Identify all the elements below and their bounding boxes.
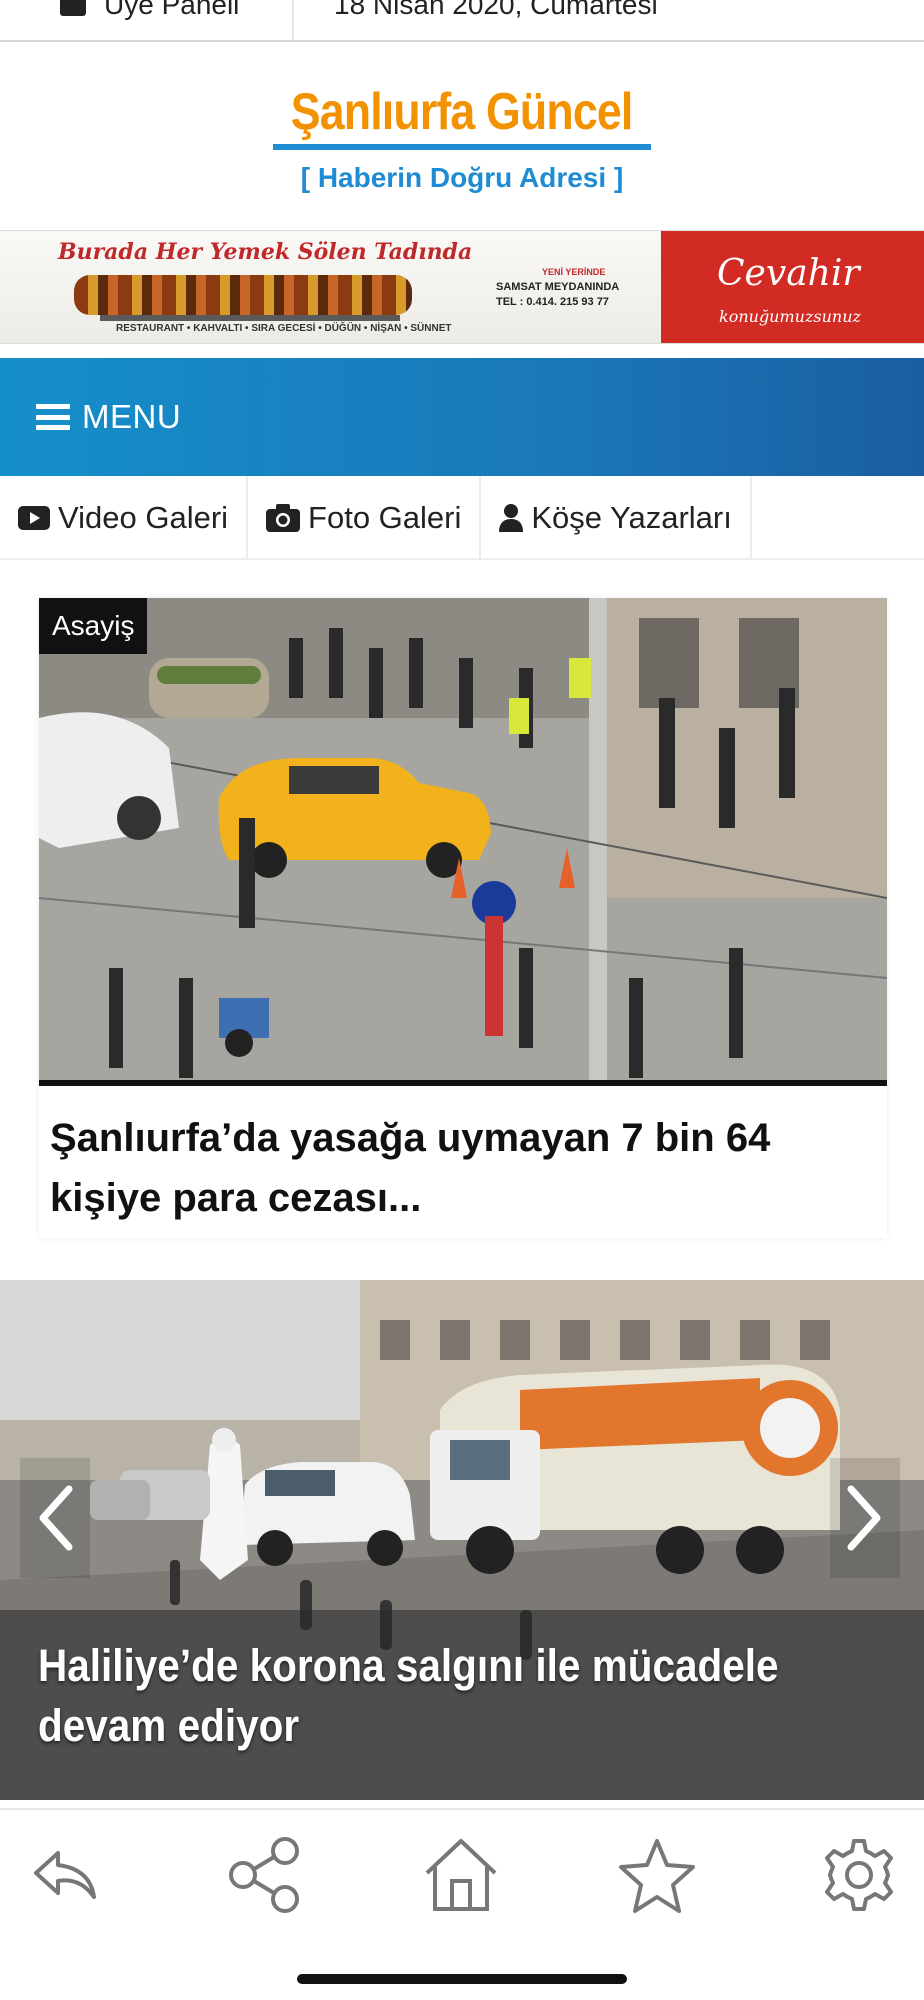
favorite-button[interactable]	[612, 1830, 702, 1920]
slider-prev-button[interactable]	[20, 1458, 90, 1578]
slider-next-button[interactable]	[830, 1458, 900, 1578]
chevron-right-icon	[847, 1485, 881, 1551]
ad-food-image	[74, 275, 412, 315]
ad-services: RESTAURANT • KAHVALTI • SIRA GECESİ • DÜ…	[116, 323, 452, 334]
member-panel-link[interactable]: Üye Paneli	[60, 0, 292, 26]
current-date: 18 Nisan 2020, Cumartesi	[334, 0, 658, 20]
quick-links: Video Galeri Foto Galeri Köşe Yazarları	[0, 476, 924, 560]
quick-link-label: Köşe Yazarları	[531, 500, 732, 535]
slider-headline[interactable]: Haliliye’de korona salgını ile mücadele …	[38, 1636, 812, 1756]
back-icon	[34, 1851, 96, 1899]
quick-link-photo-gallery[interactable]: Foto Galeri	[248, 476, 482, 560]
news-slider[interactable]: Haliliye’de korona salgını ile mücadele …	[0, 1280, 924, 1800]
back-button[interactable]	[20, 1830, 110, 1920]
ad-left-panel: Burada Her Yemek Sölen Tadında RESTAURAN…	[0, 231, 660, 343]
user-icon	[499, 504, 524, 532]
quick-link-video-gallery[interactable]: Video Galeri	[0, 476, 249, 560]
topbar-divider	[292, 0, 294, 40]
menu-button[interactable]: MENU	[82, 398, 181, 436]
share-icon	[229, 1837, 299, 1913]
hamburger-icon[interactable]	[36, 404, 70, 430]
photo-bottom-border	[39, 1080, 887, 1086]
home-icon	[425, 1839, 497, 1911]
news-photo[interactable]: Asayiş	[39, 598, 887, 1086]
member-panel-icon	[60, 0, 86, 16]
logo-subtitle: [ Haberin Doğru Adresi ]	[300, 162, 624, 193]
quick-link-columnists[interactable]: Köşe Yazarları	[481, 476, 752, 560]
ad-brand-tagline: konuğumuzsunuz	[719, 307, 861, 326]
quick-link-label: Video Galeri	[58, 500, 229, 535]
menu-bar: MENU	[0, 358, 924, 476]
home-indicator[interactable]	[297, 1974, 627, 1984]
ad-slogan: Burada Her Yemek Sölen Tadında	[58, 239, 473, 265]
gear-icon	[825, 1839, 893, 1911]
ad-brand-panel: Cevahir konuğumuzsunuz	[661, 231, 924, 343]
ad-new-place: YENİ YERİNDE	[542, 267, 606, 277]
settings-button[interactable]	[814, 1830, 904, 1920]
logo-title: Şanlıurfa Güncel	[291, 83, 633, 141]
logo-underline	[273, 144, 651, 150]
camera-icon	[266, 504, 301, 532]
bottom-toolbar	[0, 1808, 924, 2000]
ad-banner[interactable]: Burada Her Yemek Sölen Tadında RESTAURAN…	[0, 230, 924, 344]
news-headline[interactable]: Şanlıurfa’da yasağa uymayan 7 bin 64 kiş…	[50, 1108, 880, 1228]
quick-link-label: Foto Galeri	[308, 500, 462, 535]
ad-phone: TEL : 0.414. 215 93 77	[496, 296, 609, 308]
top-info-bar: Üye Paneli 18 Nisan 2020, Cumartesi	[0, 0, 924, 42]
star-icon	[619, 1839, 695, 1913]
category-badge[interactable]: Asayiş	[39, 598, 148, 654]
ad-location: SAMSAT MEYDANINDA	[496, 281, 620, 293]
street-scene-image	[39, 598, 887, 1080]
ad-brand-logo: Cevahir	[717, 253, 860, 294]
main-news-card[interactable]: Asayiş Şanlıurfa’da yasağa uymayan 7 bin…	[39, 598, 887, 1238]
video-icon	[18, 506, 50, 530]
site-logo[interactable]: Şanlıurfa Güncel [ Haberin Doğru Adresi …	[0, 42, 924, 230]
ad-contact-info: YENİ YERİNDE SAMSAT MEYDANINDA TEL : 0.4…	[496, 265, 619, 310]
member-panel-label: Üye Paneli	[104, 0, 240, 20]
chevron-left-icon	[39, 1485, 73, 1551]
share-button[interactable]	[220, 1830, 310, 1920]
ad-skewer	[100, 315, 400, 321]
home-button[interactable]	[416, 1830, 506, 1920]
